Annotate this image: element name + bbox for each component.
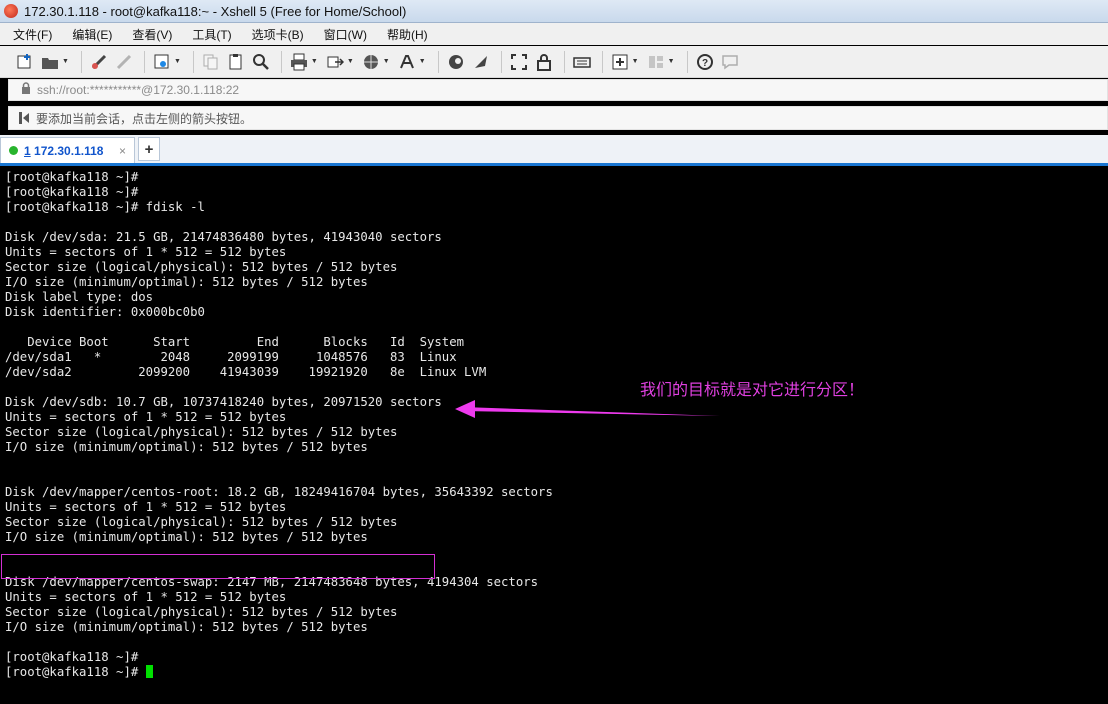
title-bar: 172.30.1.118 - root@kafka118:~ - Xshell … (0, 0, 1108, 23)
toolbar: ▼ ▼ ▼ ▼ ▼ ▼ ▼ ▼ ? (0, 46, 1108, 78)
terminal-line: [root@kafka118 ~]# (5, 185, 139, 199)
menu-help[interactable]: 帮助(H) (380, 26, 435, 43)
terminal-line: [root@kafka118 ~]# (5, 170, 139, 184)
terminal-line: Sector size (logical/physical): 512 byte… (5, 260, 398, 274)
menu-tools[interactable]: 工具(T) (185, 26, 238, 43)
menu-tabs[interactable]: 选项卡(B) (245, 26, 311, 43)
toolbar-separator (500, 50, 502, 73)
menu-bar: 文件(F) 编辑(E) 查看(V) 工具(T) 选项卡(B) 窗口(W) 帮助(… (0, 23, 1108, 45)
address-text: ssh://root:***********@172.30.1.118:22 (37, 83, 240, 97)
terminal-line: I/O size (minimum/optimal): 512 bytes / … (5, 275, 368, 289)
terminal-line: Disk identifier: 0x000bc0b0 (5, 305, 205, 319)
terminal-line: I/O size (minimum/optimal): 512 bytes / … (5, 620, 368, 634)
disconnect-icon[interactable] (113, 51, 135, 73)
terminal-line: Disk label type: dos (5, 290, 154, 304)
toolbar-separator (280, 50, 282, 73)
find-icon[interactable] (250, 51, 272, 73)
annotation-arrow (455, 400, 720, 418)
print-dropdown-icon[interactable]: ▼ (311, 58, 318, 65)
terminal-line: /dev/sda2 2099200 41943039 19921920 8e L… (5, 365, 487, 379)
add-session-arrow-icon[interactable] (18, 111, 30, 125)
highlight-box (1, 554, 435, 579)
compose-icon[interactable] (609, 51, 631, 73)
tab-label: 1 172.30.1.118 (24, 144, 103, 158)
toolbar-separator (143, 50, 145, 73)
terminal-line: [root@kafka118 ~]# (5, 665, 553, 680)
lock-icon[interactable] (533, 51, 555, 73)
toolbar-separator (563, 50, 565, 73)
address-lock-icon (21, 81, 31, 99)
terminal-line: Sector size (logical/physical): 512 byte… (5, 425, 398, 439)
new-session-icon[interactable] (14, 51, 36, 73)
tab-host: 172.30.1.118 (34, 143, 104, 158)
menu-view[interactable]: 查看(V) (125, 26, 179, 43)
xmanager-icon[interactable] (470, 51, 492, 73)
address-bar[interactable]: ssh://root:***********@172.30.1.118:22 (8, 79, 1108, 101)
globe-dropdown-icon[interactable]: ▼ (383, 58, 390, 65)
terminal[interactable]: [root@kafka118 ~]# [root@kafka118 ~]# [roo… (0, 166, 1108, 704)
layout-dropdown-icon[interactable]: ▼ (668, 58, 675, 65)
font-icon[interactable] (396, 51, 418, 73)
menu-window[interactable]: 窗口(W) (317, 26, 374, 43)
open-folder-icon[interactable] (39, 51, 61, 73)
hint-bar: 要添加当前会话，点击左侧的箭头按钮。 (8, 106, 1108, 130)
xftp-icon[interactable] (445, 51, 467, 73)
toolbar-separator (601, 50, 603, 73)
transfer-icon[interactable] (324, 51, 346, 73)
terminal-line: I/O size (minimum/optimal): 512 bytes / … (5, 440, 368, 454)
terminal-line: /dev/sda1 * 2048 2099199 1048576 83 Linu… (5, 350, 457, 364)
globe-icon[interactable] (360, 51, 382, 73)
terminal-line: Units = sectors of 1 * 512 = 512 bytes (5, 590, 287, 604)
window-title: 172.30.1.118 - root@kafka118:~ - Xshell … (24, 3, 407, 19)
terminal-line: Disk /dev/sda: 21.5 GB, 21474836480 byte… (5, 230, 442, 244)
print-icon[interactable] (288, 51, 310, 73)
terminal-line: Device Boot Start End Blocks Id System (5, 335, 465, 349)
terminal-line: Sector size (logical/physical): 512 byte… (5, 515, 398, 529)
tab-session[interactable]: 1 172.30.1.118 × (0, 137, 135, 163)
terminal-line: Sector size (logical/physical): 512 byte… (5, 605, 398, 619)
layout-icon[interactable] (645, 51, 667, 73)
annotation-text: 我们的目标就是对它进行分区！ (640, 382, 865, 399)
terminal-line: Units = sectors of 1 * 512 = 512 bytes (5, 500, 287, 514)
xshell-app-icon[interactable] (4, 4, 18, 18)
menu-edit[interactable]: 编辑(E) (65, 26, 119, 43)
chat-icon[interactable] (719, 51, 741, 73)
properties-icon[interactable] (151, 51, 173, 73)
hint-text: 要添加当前会话，点击左侧的箭头按钮。 (36, 111, 253, 126)
svg-text:?: ? (702, 58, 708, 69)
terminal-line: [root@kafka118 ~]# fdisk -l (5, 200, 205, 214)
toolbar-separator (686, 50, 688, 73)
font-dropdown-icon[interactable]: ▼ (419, 58, 426, 65)
tab-close-icon[interactable]: × (119, 144, 126, 158)
terminal-line: Units = sectors of 1 * 512 = 512 bytes (5, 245, 287, 259)
terminal-line: Disk /dev/mapper/centos-root: 18.2 GB, 1… (5, 485, 553, 499)
keyboard-icon[interactable] (571, 51, 593, 73)
menu-file[interactable]: 文件(F) (6, 26, 59, 43)
new-tab-button[interactable]: + (138, 137, 160, 161)
open-folder-dropdown-icon[interactable]: ▼ (62, 58, 69, 65)
toolbar-separator (80, 50, 82, 73)
copy-icon[interactable] (200, 51, 222, 73)
properties-dropdown-icon[interactable]: ▼ (174, 58, 181, 65)
help-icon[interactable]: ? (694, 51, 716, 73)
connect-icon[interactable] (88, 51, 110, 73)
fullscreen-icon[interactable] (508, 51, 530, 73)
transfer-dropdown-icon[interactable]: ▼ (347, 58, 354, 65)
connected-status-icon (9, 146, 18, 155)
tab-number: 1 (24, 143, 31, 158)
terminal-line: I/O size (minimum/optimal): 512 bytes / … (5, 530, 368, 544)
paste-icon[interactable] (225, 51, 247, 73)
toolbar-separator (192, 50, 194, 73)
toolbar-separator (437, 50, 439, 73)
terminal-line: [root@kafka118 ~]# (5, 650, 139, 664)
compose-dropdown-icon[interactable]: ▼ (632, 58, 639, 65)
tab-bar: 1 172.30.1.118 × + (0, 135, 1108, 166)
terminal-cursor (145, 665, 153, 678)
